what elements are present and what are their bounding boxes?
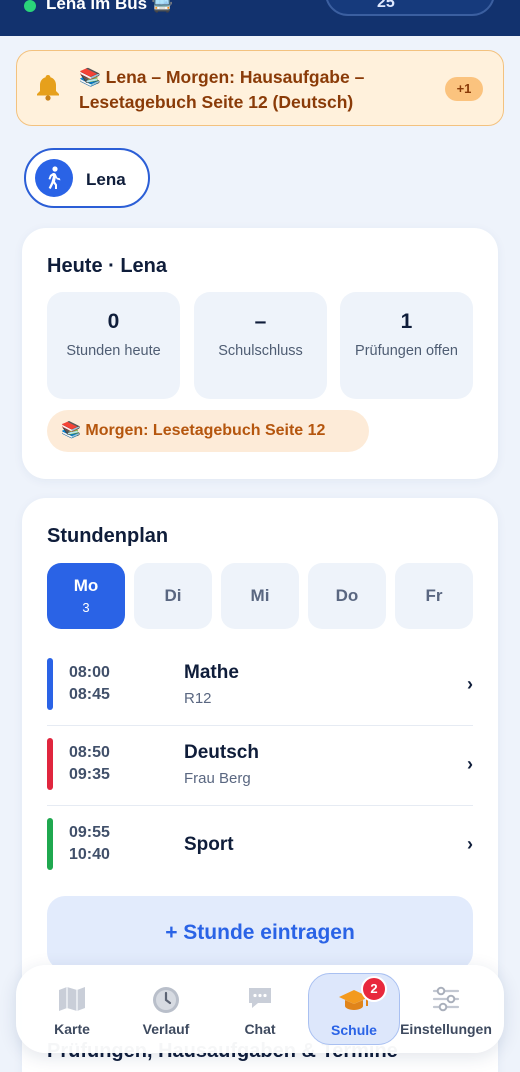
- stat-value: 0: [107, 310, 120, 333]
- child-selector-chip[interactable]: Lena: [24, 148, 150, 208]
- online-status-dot: [24, 0, 36, 12]
- day-tab-do[interactable]: Do: [308, 563, 386, 629]
- lesson-detail: Frau Berg: [184, 770, 251, 787]
- lesson-color-bar: [47, 818, 53, 870]
- lesson-end: 10:40: [69, 846, 110, 863]
- alert-text: 📚 Lena – Morgen: Hausaufgabe – Lesetageb…: [79, 67, 365, 112]
- walking-person-icon: [48, 166, 61, 189]
- schedule-title: Stundenplan: [47, 525, 169, 547]
- map-icon: [26, 985, 118, 1017]
- day-label: Do: [335, 586, 359, 605]
- chevron-right-icon: ›: [467, 834, 473, 854]
- day-label: Mo: [73, 576, 99, 595]
- tab-label: Verlauf: [142, 1021, 190, 1037]
- top-status-bar: Lena im Bus 🚍 25: [0, 0, 520, 36]
- alert-more-badge[interactable]: +1: [445, 77, 483, 101]
- lesson-end: 09:35: [69, 766, 110, 783]
- tab-label: Karte: [54, 1021, 90, 1037]
- bottom-tab-bar: Karte Verlauf Chat 2 Schule Einstellunge…: [16, 965, 504, 1053]
- bell-icon: [35, 73, 61, 105]
- homework-alert-banner[interactable]: 📚 Lena – Morgen: Hausaufgabe – Lesetageb…: [16, 50, 504, 126]
- stat-lessons-today: 0 Stunden heute: [47, 292, 180, 399]
- day-tab-mi[interactable]: Mi: [221, 563, 299, 629]
- today-card: Heute · Lena 0 Stunden heute – Schulschl…: [22, 228, 498, 479]
- stat-label: Schulschluss: [218, 343, 303, 359]
- lesson-start: 08:00: [69, 664, 110, 681]
- chevron-right-icon: ›: [467, 674, 473, 694]
- tab-label: Schule: [331, 1022, 377, 1038]
- stat-value: 1: [400, 310, 413, 333]
- lesson-row-mathe[interactable]: 08:00 08:45 Mathe R12 ›: [47, 646, 473, 726]
- tab-karte[interactable]: Karte: [26, 973, 118, 1045]
- day-label: Fr: [425, 586, 443, 605]
- stat-open-exams: 1 Prüfungen offen: [340, 292, 473, 399]
- clock-icon: [120, 985, 212, 1017]
- day-tab-mo[interactable]: Mo 3: [47, 563, 125, 629]
- tab-label: Chat: [244, 1021, 276, 1037]
- tomorrow-homework-chip[interactable]: 📚 Morgen: Lesetagebuch Seite 12: [47, 410, 369, 452]
- tab-chat[interactable]: Chat: [214, 973, 306, 1045]
- tab-einstellungen[interactable]: Einstellungen: [400, 973, 492, 1045]
- today-title: Heute · Lena: [47, 255, 168, 277]
- day-label: Mi: [250, 586, 270, 605]
- chevron-right-icon: ›: [467, 754, 473, 774]
- day-tab-di[interactable]: Di: [134, 563, 212, 629]
- lesson-start: 09:55: [69, 824, 110, 841]
- lesson-end: 08:45: [69, 686, 110, 703]
- status-text: Lena im Bus 🚍: [46, 0, 173, 13]
- sliders-icon: [400, 985, 492, 1017]
- stat-label: Prüfungen offen: [355, 343, 458, 359]
- lesson-start: 08:50: [69, 744, 110, 761]
- lesson-subject: Mathe: [184, 662, 239, 683]
- tab-schule[interactable]: 2 Schule: [308, 973, 400, 1045]
- top-pill-label: 25: [377, 0, 395, 11]
- stat-label: Stunden heute: [66, 343, 161, 359]
- avatar: [35, 159, 73, 197]
- top-pill-button[interactable]: 25: [325, 0, 495, 16]
- lesson-color-bar: [47, 658, 53, 710]
- lesson-row-sport[interactable]: 09:55 10:40 Sport ›: [47, 806, 473, 886]
- lesson-row-deutsch[interactable]: 08:50 09:35 Deutsch Frau Berg ›: [47, 726, 473, 806]
- day-tab-fr[interactable]: Fr: [395, 563, 473, 629]
- chat-icon: [214, 985, 306, 1017]
- child-name: Lena: [86, 170, 126, 189]
- day-label: Di: [164, 586, 182, 605]
- tab-label: Einstellungen: [400, 1021, 492, 1037]
- stat-school-end: – Schulschluss: [194, 292, 327, 399]
- notification-count-badge: 2: [361, 976, 387, 1002]
- lesson-subject: Deutsch: [184, 742, 259, 763]
- stat-value: –: [254, 310, 267, 333]
- lesson-subject: Sport: [184, 834, 234, 855]
- add-lesson-button[interactable]: + Stunde eintragen: [47, 896, 473, 970]
- lesson-detail: R12: [184, 690, 212, 707]
- tab-verlauf[interactable]: Verlauf: [120, 973, 212, 1045]
- lesson-color-bar: [47, 738, 53, 790]
- day-lesson-count: 3: [82, 600, 90, 615]
